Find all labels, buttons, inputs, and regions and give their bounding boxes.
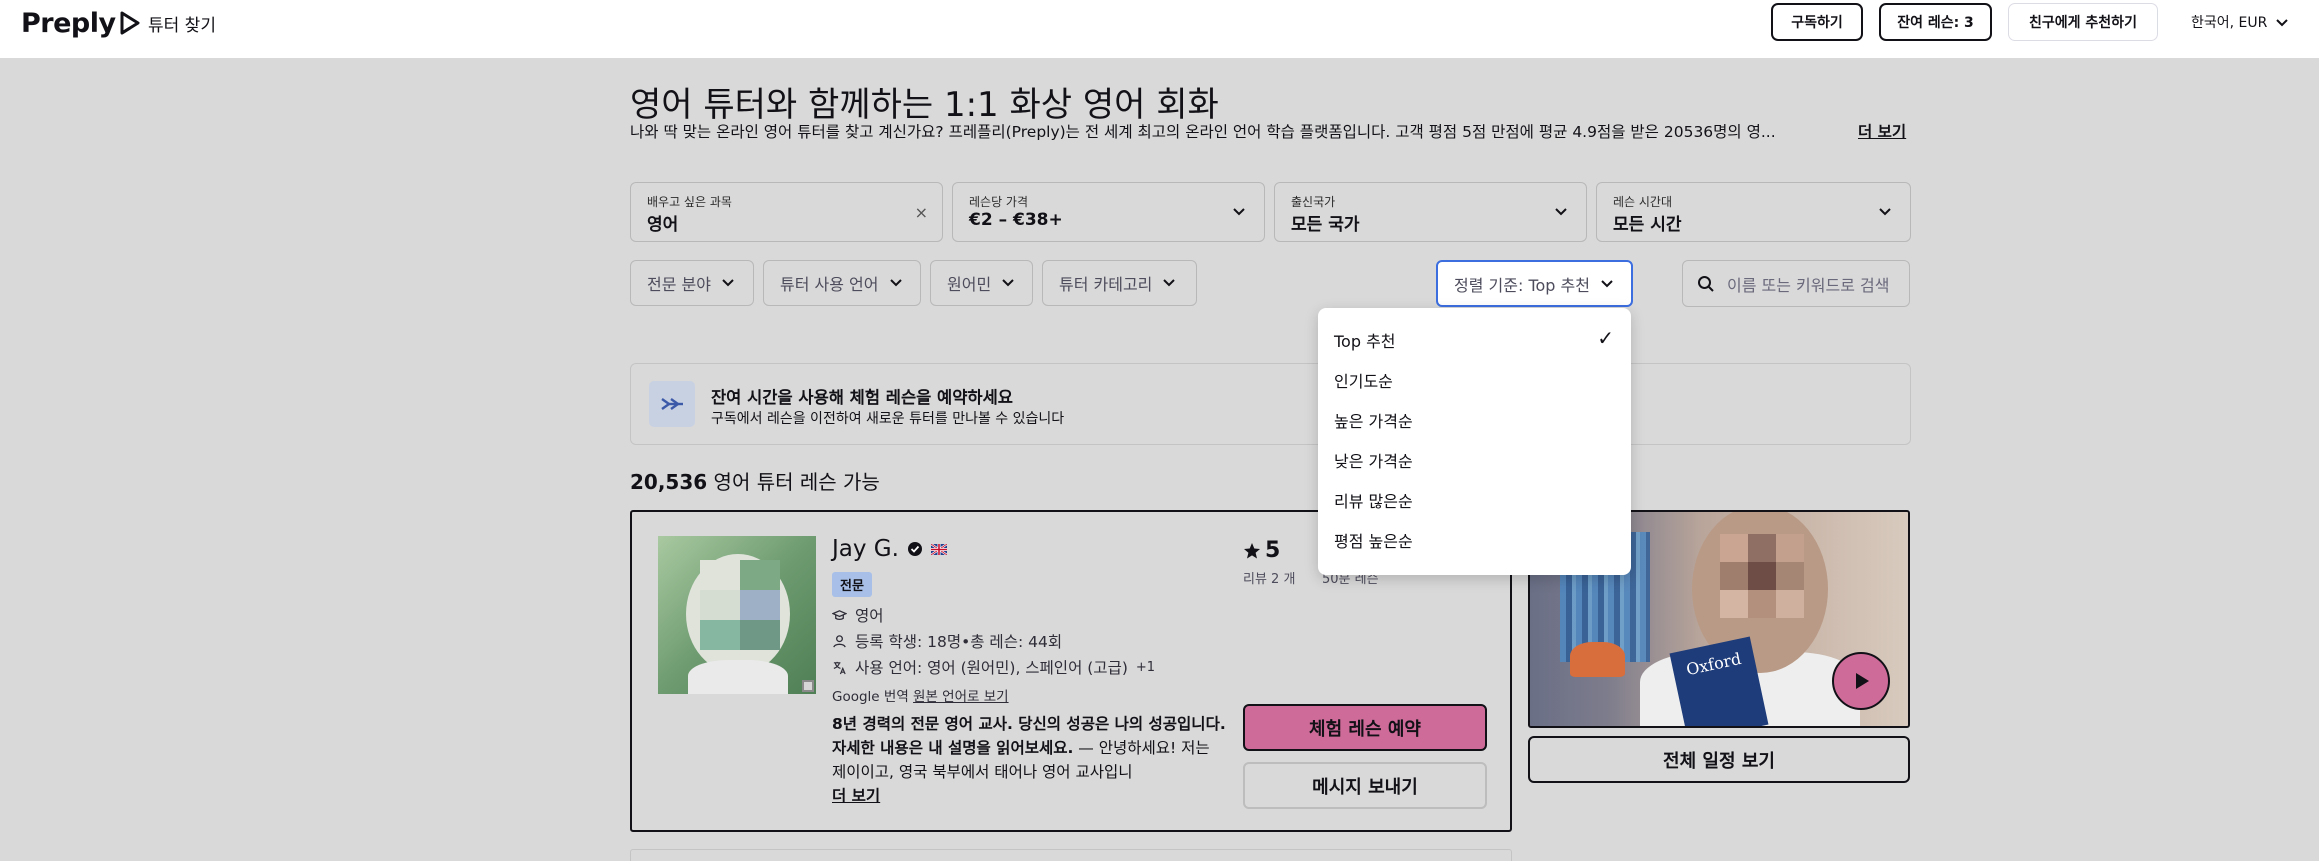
- price-filter-value: €2 – €38+: [969, 210, 1063, 230]
- country-filter-label: 출신국가: [1291, 195, 1336, 209]
- tutor-subject: 영어: [832, 604, 884, 626]
- next-tutor-card[interactable]: [630, 849, 1512, 861]
- google-translate-line: Google 번역 원본 언어로 보기: [832, 685, 1009, 705]
- description-text: 나와 딱 맞는 온라인 영어 튜터를 찾고 계신가요? 프레플리(Preply)…: [630, 123, 1776, 141]
- tutor-language-filter[interactable]: 튜터 사용 언어: [763, 260, 921, 306]
- chevron-down-icon: [1555, 208, 1567, 216]
- subscribe-button[interactable]: 구독하기: [1771, 3, 1863, 41]
- online-status-indicator: [802, 680, 814, 692]
- description-more-link[interactable]: 더 보기: [1858, 120, 1906, 142]
- verified-icon: [907, 542, 922, 556]
- review-count: 리뷰 2 개: [1243, 572, 1296, 587]
- tutor-name-row[interactable]: Jay G.: [832, 536, 947, 562]
- professional-badge: 전문: [832, 572, 872, 597]
- graduation-cap-icon: [832, 609, 847, 620]
- user-icon: [833, 634, 846, 647]
- transfer-arrows-icon: [649, 381, 695, 427]
- description-more-link[interactable]: 더 보기: [832, 787, 880, 805]
- tutor-description: 8년 경력의 전문 영어 교사. 당신의 성공은 나의 성공입니다. 자세한 내…: [832, 712, 1227, 808]
- tutor-languages: 사용 언어: 영어 (원어민), 스페인어 (고급) +1: [832, 656, 1155, 678]
- chevron-down-icon: [722, 279, 734, 287]
- tutor-language-label: 튜터 사용 언어: [780, 275, 879, 294]
- chevron-down-icon: [1233, 208, 1245, 216]
- banner-title: 잔여 시간을 사용해 체험 레슨을 예약하세요: [711, 388, 1013, 407]
- view-original-link[interactable]: 원본 언어로 보기: [913, 689, 1009, 705]
- page-title: 영어 튜터와 함께하는 1:1 화상 영어 회화: [630, 85, 1219, 125]
- chevron-down-icon: [2276, 19, 2289, 27]
- time-filter-label: 레슨 시간대: [1613, 195, 1673, 209]
- tutor-rating: 5: [1243, 538, 1280, 563]
- clear-icon[interactable]: ×: [915, 203, 928, 222]
- subject-text: 영어: [855, 607, 884, 625]
- play-icon: [1856, 673, 1869, 689]
- chevron-down-icon: [1163, 279, 1176, 287]
- tutor-category-label: 튜터 카테고리: [1059, 275, 1153, 294]
- nav-find-tutor[interactable]: 튜터 찾기: [148, 11, 216, 36]
- price-filter-label: 레슨당 가격: [969, 195, 1029, 209]
- keyword-search-input[interactable]: 이름 또는 키워드로 검색: [1682, 260, 1910, 307]
- checkmark-icon: ✓: [1597, 326, 1614, 350]
- tutor-avatar[interactable]: [658, 536, 816, 694]
- languages-text: 사용 언어: 영어 (원어민), 스페인어 (고급): [855, 659, 1128, 677]
- time-filter[interactable]: 레슨 시간대 모든 시간: [1596, 182, 1911, 242]
- chevron-down-icon: [1879, 208, 1891, 216]
- chevron-down-icon: [889, 279, 902, 287]
- book-trial-button[interactable]: 체험 레슨 예약: [1243, 704, 1487, 751]
- sort-option-popularity[interactable]: 인기도순: [1334, 368, 1614, 392]
- play-video-button[interactable]: [1832, 652, 1890, 710]
- logo-mark-icon: [120, 11, 140, 34]
- specialty-filter[interactable]: 전문 분야: [630, 260, 754, 306]
- language-label: 한국어, EUR: [2191, 15, 2268, 31]
- price-filter[interactable]: 레슨당 가격 €2 – €38+: [952, 182, 1265, 242]
- translate-icon: [833, 661, 846, 674]
- tutor-name[interactable]: Jay G.: [832, 536, 899, 562]
- remaining-lessons-button[interactable]: 잔여 레슨: 3: [1879, 3, 1992, 41]
- results-label: 영어 튜터 레슨 가능: [713, 470, 880, 494]
- pixelated-face: [700, 560, 780, 650]
- chevron-down-icon: [1002, 279, 1014, 287]
- language-currency-selector[interactable]: 한국어, EUR: [2191, 12, 2289, 32]
- country-filter-value: 모든 국가: [1291, 215, 1360, 235]
- time-filter-value: 모든 시간: [1613, 215, 1682, 235]
- search-icon: [1698, 275, 1714, 292]
- page-description: 나와 딱 맞는 온라인 영어 튜터를 찾고 계신가요? 프레플리(Preply)…: [630, 120, 1910, 142]
- more-languages-count[interactable]: +1: [1136, 660, 1155, 675]
- sort-menu: Top 추천 ✓ 인기도순 높은 가격순 낮은 가격순 리뷰 많은순 평점 높은…: [1318, 308, 1631, 575]
- rating-value: 5: [1265, 538, 1281, 563]
- students-text: 등록 학생: 18명•총 레슨: 44회: [855, 633, 1063, 651]
- sort-option-rating[interactable]: 평점 높은순: [1334, 528, 1614, 552]
- preply-logo[interactable]: Preply: [21, 8, 142, 39]
- book-title: Oxford: [1684, 648, 1743, 680]
- star-icon: [1244, 542, 1260, 558]
- logo-text: Preply: [21, 8, 116, 39]
- sort-option-top[interactable]: Top 추천 ✓: [1334, 326, 1614, 352]
- uk-flag-icon: [930, 543, 947, 555]
- google-translate-label: Google 번역: [832, 689, 909, 705]
- specialty-label: 전문 분야: [647, 275, 711, 294]
- sort-option-label: Top 추천: [1334, 332, 1396, 351]
- subject-filter[interactable]: 배우고 싶은 과목 영어 ×: [630, 182, 943, 242]
- sort-option-reviews[interactable]: 리뷰 많은순: [1334, 488, 1614, 512]
- native-filter[interactable]: 원어민: [930, 260, 1033, 306]
- subject-filter-label: 배우고 싶은 과목: [647, 195, 732, 209]
- top-header: Preply 튜터 찾기 구독하기 잔여 레슨: 3 친구에게 추천하기 한국어…: [0, 0, 2319, 58]
- send-message-button[interactable]: 메시지 보내기: [1243, 762, 1487, 809]
- banner-subtitle: 구독에서 레슨을 이전하여 새로운 튜터를 만나볼 수 있습니다: [711, 411, 1065, 427]
- sort-option-price-high[interactable]: 높은 가격순: [1334, 408, 1614, 432]
- search-placeholder: 이름 또는 키워드로 검색: [1727, 275, 1890, 295]
- tutor-category-filter[interactable]: 튜터 카테고리: [1042, 260, 1197, 306]
- chevron-down-icon: [1601, 279, 1613, 287]
- results-count: 20,536 영어 튜터 레슨 가능: [630, 466, 880, 495]
- results-number: 20,536: [630, 470, 708, 494]
- sort-option-price-low[interactable]: 낮은 가격순: [1334, 448, 1614, 472]
- view-schedule-button[interactable]: 전체 일정 보기: [1528, 736, 1910, 783]
- native-label: 원어민: [947, 275, 992, 294]
- tutor-students: 등록 학생: 18명•총 레슨: 44회: [832, 630, 1062, 652]
- sort-dropdown[interactable]: 정렬 기준: Top 추천: [1436, 260, 1633, 307]
- refer-friend-button[interactable]: 친구에게 추천하기: [2008, 3, 2158, 41]
- country-filter[interactable]: 출신국가 모든 국가: [1274, 182, 1587, 242]
- sort-label: 정렬 기준: Top 추천: [1454, 275, 1590, 295]
- trial-lesson-banner: 잔여 시간을 사용해 체험 레슨을 예약하세요 구독에서 레슨을 이전하여 새로…: [630, 363, 1911, 445]
- subject-filter-value: 영어: [647, 215, 679, 235]
